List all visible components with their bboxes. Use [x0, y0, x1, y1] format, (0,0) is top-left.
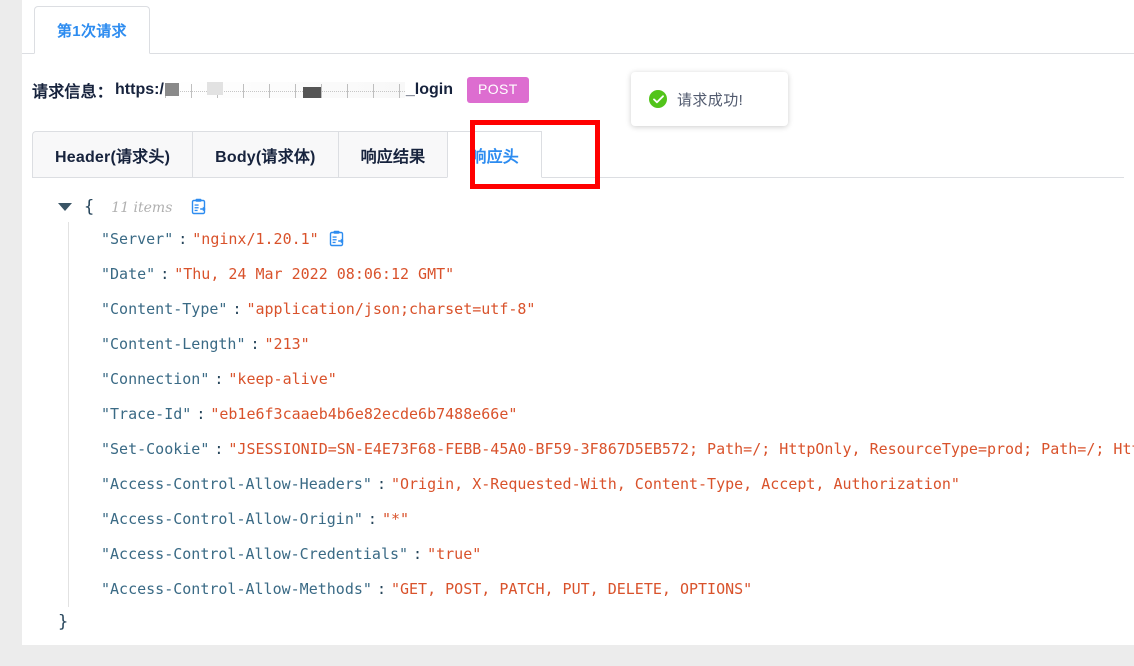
json-value: "application/json;charset=utf-8" [246, 300, 536, 318]
json-colon: : [367, 510, 377, 528]
tab-response-result-label: 响应结果 [360, 148, 426, 166]
json-colon: : [376, 475, 386, 493]
json-colon: : [214, 440, 224, 458]
toast-message: 请求成功! [677, 91, 744, 109]
request-url-prefix: https:/ [115, 81, 164, 98]
json-colon: : [413, 545, 423, 563]
redaction-block [164, 83, 179, 96]
request-url-suffix: _login [405, 81, 453, 98]
json-value: "eb1e6f3caaeb4b6e82ecde6b7488e66e" [210, 405, 518, 423]
check-circle-icon [649, 90, 667, 108]
tab-response-result[interactable]: 响应结果 [337, 131, 448, 178]
json-key: "Content-Length" [101, 335, 246, 353]
request-url-redacted-region [164, 82, 405, 98]
json-row: "Access-Control-Allow-Origin": "*" [101, 502, 1134, 537]
json-open-brace: { [84, 197, 95, 217]
json-key: "Access-Control-Allow-Credentials" [101, 545, 409, 563]
json-key: "Trace-Id" [101, 405, 192, 423]
json-value: "keep-alive" [228, 370, 337, 388]
json-colon: : [196, 405, 206, 423]
json-row: "Access-Control-Allow-Credentials": "true… [101, 537, 1134, 572]
redaction-block [302, 87, 321, 98]
tab-header-label: Header(请求头) [55, 148, 171, 166]
json-value: "213" [264, 335, 310, 353]
content-tab-bar: Header(请求头) Body(请求体) 响应结果 响应头 [32, 130, 1124, 178]
clipboard-copy-icon[interactable] [190, 195, 207, 225]
json-row: "Date": "Thu, 24 Mar 2022 08:06:12 GMT" [101, 257, 1134, 292]
json-key: "Access-Control-Allow-Methods" [101, 580, 372, 598]
json-colon: : [160, 265, 170, 283]
json-key: "Server" [101, 230, 174, 248]
request-tab-1[interactable]: 第1次请求 [34, 6, 150, 54]
json-value: "*" [381, 510, 410, 528]
tab-response-headers[interactable]: 响应头 [447, 131, 542, 178]
http-method-badge[interactable]: POST [467, 77, 529, 103]
request-url: https:/ _login [115, 81, 453, 99]
json-value: "GET, POST, PATCH, PUT, DELETE, OPTIONS" [390, 580, 753, 598]
json-items-count: 11 items [111, 200, 173, 216]
request-info-label: 请求信息： [32, 84, 114, 101]
tab-header[interactable]: Header(请求头) [32, 131, 193, 178]
json-colon: : [232, 300, 242, 318]
json-row: "Access-Control-Allow-Headers": "Origin, … [101, 467, 1134, 502]
clipboard-copy-icon[interactable] [328, 225, 345, 260]
json-colon: : [376, 580, 386, 598]
json-value: "Thu, 24 Mar 2022 08:06:12 GMT" [174, 265, 455, 283]
json-root-line: { 11 items [36, 192, 1134, 222]
json-colon: : [214, 370, 224, 388]
json-row: "Set-Cookie": "JSESSIONID=SN-E4E73F68-FEB… [101, 432, 1134, 467]
json-row: "Trace-Id": "eb1e6f3caaeb4b6e82ecde6b7488… [101, 397, 1134, 432]
success-toast: 请求成功! [631, 72, 788, 126]
request-tab-label: 第1次请求 [57, 22, 127, 40]
json-key: "Set-Cookie" [101, 440, 210, 458]
json-key: "Access-Control-Allow-Headers" [101, 475, 372, 493]
collapse-triangle-icon[interactable] [58, 203, 72, 211]
json-row: "Server": "nginx/1.20.1" [101, 222, 1134, 257]
json-value: "true" [427, 545, 482, 563]
json-colon: : [178, 230, 188, 248]
json-value: "Origin, X-Requested-With, Content-Type,… [390, 475, 960, 493]
request-tab-strip: 第1次请求 [22, 0, 1134, 54]
json-row: "Access-Control-Allow-Methods": "GET, POS… [101, 572, 1134, 607]
json-row: "Content-Length": "213" [101, 327, 1134, 362]
redaction-dots [164, 91, 405, 92]
tab-body-label: Body(请求体) [215, 148, 316, 166]
request-info-row: 请求信息： https:/ _login POST [32, 74, 529, 106]
json-row: "Connection": "keep-alive" [101, 362, 1134, 397]
json-value: "JSESSIONID=SN-E4E73F68-FEBB-45A0-BF59-3… [228, 440, 1134, 458]
json-key: "Date" [101, 265, 156, 283]
tab-response-headers-label: 响应头 [470, 148, 519, 166]
json-key: "Content-Type" [101, 300, 228, 318]
request-detail-panel: 第1次请求 请求信息： https:/ _login POST Header(请… [22, 0, 1134, 645]
json-key: "Connection" [101, 370, 210, 388]
json-rows: "Server": "nginx/1.20.1" "Date": "Thu, 24 … [68, 222, 1134, 607]
json-value: "nginx/1.20.1" [192, 230, 319, 248]
response-headers-json-viewer: { 11 items "Server": "nginx/1.20.1" "Dat… [36, 192, 1134, 607]
json-colon: : [250, 335, 260, 353]
redaction-block [206, 82, 223, 95]
json-row: "Content-Type": "application/json;charset… [101, 292, 1134, 327]
json-close-brace: } [58, 612, 69, 632]
tab-body[interactable]: Body(请求体) [192, 131, 338, 178]
json-key: "Access-Control-Allow-Origin" [101, 510, 363, 528]
